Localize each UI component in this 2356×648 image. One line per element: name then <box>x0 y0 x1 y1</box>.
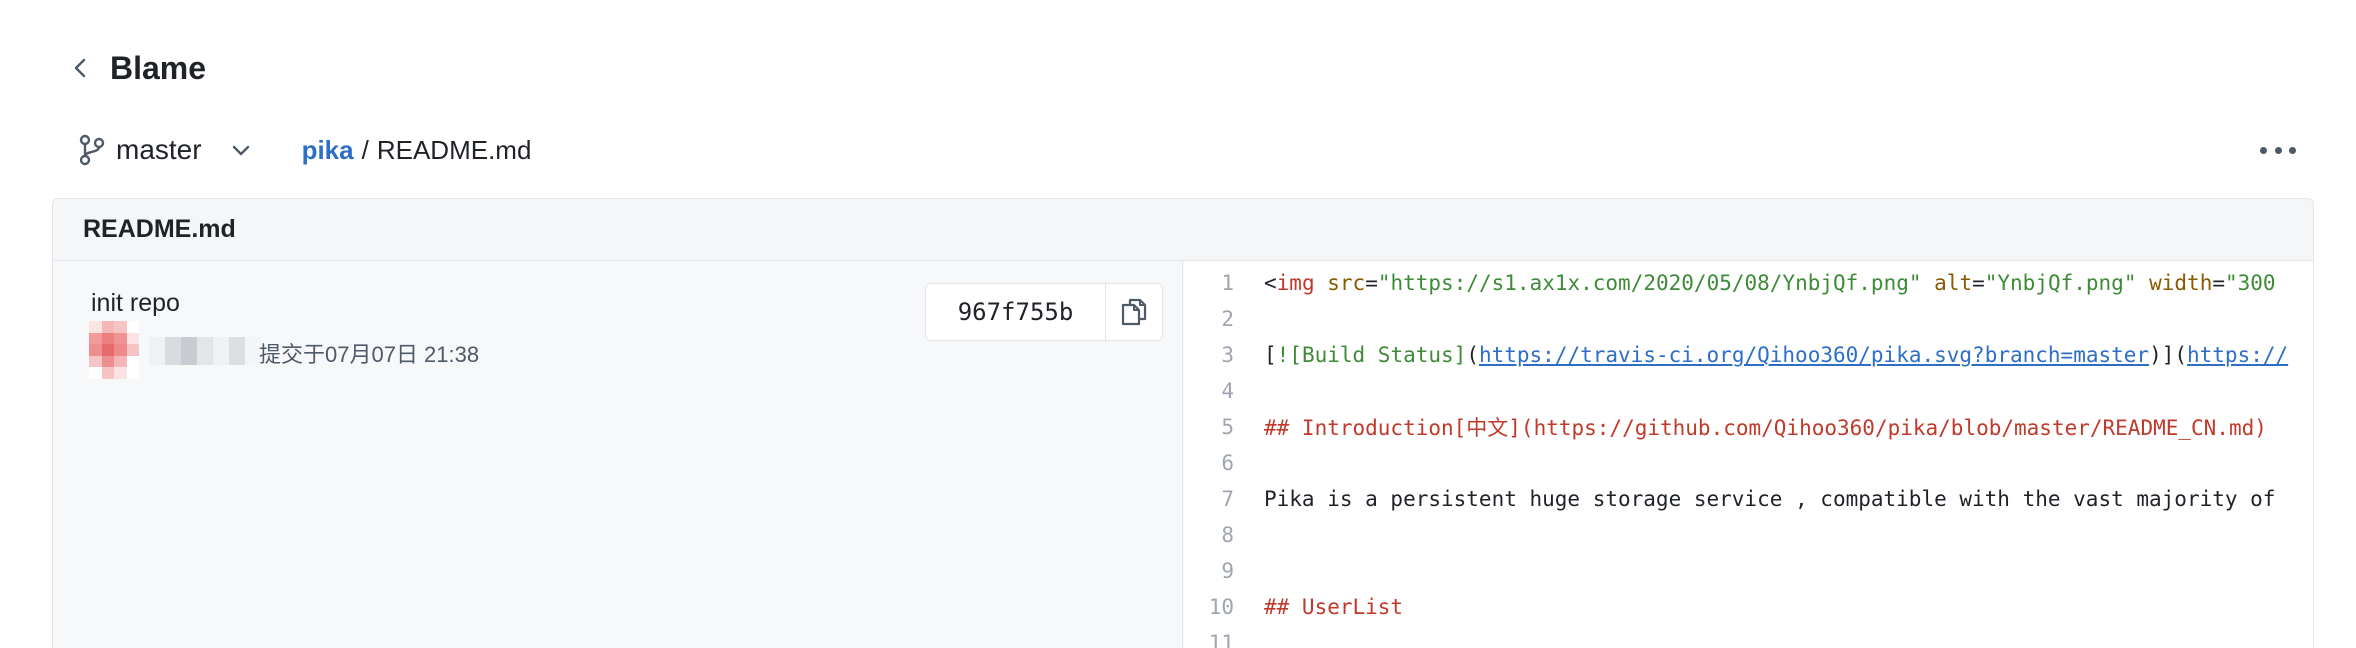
copy-sha-button[interactable] <box>1106 284 1162 340</box>
code-text: [![Build Status](https://travis-ci.org/Q… <box>1264 343 2288 367</box>
code-line: 11 <box>1184 625 1264 648</box>
code-text: ## UserList <box>1264 595 1403 619</box>
code-token: Pika is a persistent huge storage servic… <box>1264 487 2276 511</box>
code-line: 9 <box>1184 553 1264 589</box>
code-text: ## Introduction[中文](https://github.com/Q… <box>1264 412 2267 442</box>
code-token: width <box>2149 271 2213 295</box>
branch-selector[interactable]: master <box>78 134 302 166</box>
code-line: 10 ## UserList <box>1184 589 1403 625</box>
line-number: 8 <box>1221 523 1234 547</box>
line-number: 2 <box>1221 307 1234 331</box>
commit-meta: 提交于07月07日 21:38 <box>259 342 480 367</box>
code-token: = <box>1972 271 1985 295</box>
code-token: < <box>1264 271 1277 295</box>
line-number: 10 <box>1208 595 1234 619</box>
code-line: 5 ## Introduction[中文](https://github.com/… <box>1184 409 2267 445</box>
line-number: 9 <box>1221 559 1234 583</box>
code-link[interactable]: https://travis-ci.org/Qihoo360/pika.svg?… <box>1479 343 2149 367</box>
code-token: "https://s1.ax1x.com/2020/05/08/YnbjQf.p… <box>1377 271 1922 295</box>
code-line: 8 <box>1184 517 1264 553</box>
code-token: "YnbjQf.png" <box>1984 271 2137 295</box>
breadcrumb-repo-link[interactable]: pika <box>302 135 354 166</box>
code-line: 1 <img src="https://s1.ax1x.com/2020/05/0… <box>1184 265 2276 301</box>
line-number: 11 <box>1208 631 1234 648</box>
panel-header: README.md <box>53 199 2313 261</box>
page-header: Blame <box>70 44 206 92</box>
code-token: ( <box>1466 343 1479 367</box>
more-icon[interactable] <box>2260 136 2296 164</box>
code-token: ## Introduction[中文](https://github.com/Q… <box>1264 416 2267 440</box>
code-token: )]( <box>2149 343 2187 367</box>
line-number: 7 <box>1221 487 1234 511</box>
line-number: 6 <box>1221 451 1234 475</box>
commit-message[interactable]: init repo <box>91 289 180 318</box>
code-token: = <box>2212 271 2225 295</box>
code-text: <img src="https://s1.ax1x.com/2020/05/08… <box>1264 271 2276 295</box>
chevron-down-icon[interactable] <box>230 139 252 161</box>
line-number: 4 <box>1221 379 1234 403</box>
code-line: 2 <box>1184 301 1264 337</box>
line-number: 5 <box>1221 415 1234 439</box>
page-title: Blame <box>110 49 207 86</box>
code-line: 7 Pika is a persistent huge storage servi… <box>1184 481 2275 517</box>
code-line: 3 [![Build Status](https://travis-ci.org/… <box>1184 337 2288 373</box>
code-token: [ <box>1264 343 1277 367</box>
breadcrumb-separator: / <box>361 134 369 165</box>
copy-icon <box>1121 298 1147 326</box>
code-token: alt <box>1934 271 1973 295</box>
code-token: ## UserList <box>1264 595 1404 619</box>
code-link[interactable]: https:// <box>2187 343 2288 367</box>
blame-panel: README.md init repo 提交于07月07日 21:38 967f… <box>52 198 2314 648</box>
code-token: "300 <box>2225 271 2276 295</box>
code-line: 6 <box>1184 445 1264 481</box>
commit-sha-box: 967f755b <box>925 283 1163 341</box>
file-toolbar: master pika / README.md <box>78 124 2316 176</box>
commit-sha[interactable]: 967f755b <box>926 284 1106 340</box>
code-token: src <box>1327 271 1366 295</box>
chevron-left-icon[interactable] <box>70 58 90 78</box>
breadcrumb: pika / README.md <box>302 135 532 166</box>
code-view: 1 <img src="https://s1.ax1x.com/2020/05/0… <box>1184 261 2313 648</box>
branch-name: master <box>116 134 202 165</box>
line-number: 3 <box>1221 343 1234 367</box>
avatar <box>89 321 139 379</box>
code-token: = <box>1365 271 1378 295</box>
author-name-redacted <box>149 337 261 365</box>
code-line: 4 <box>1184 373 1264 409</box>
line-number: 1 <box>1221 271 1234 295</box>
breadcrumb-file: README.md <box>376 134 532 165</box>
code-text: Pika is a persistent huge storage servic… <box>1264 487 2275 511</box>
blame-commit-column: init repo 提交于07月07日 21:38 967f755b <box>53 261 1183 648</box>
code-token: img <box>1276 271 1315 295</box>
branch-icon <box>79 134 105 166</box>
code-token: ![Build Status] <box>1276 343 1467 367</box>
panel-filename: README.md <box>83 215 236 243</box>
